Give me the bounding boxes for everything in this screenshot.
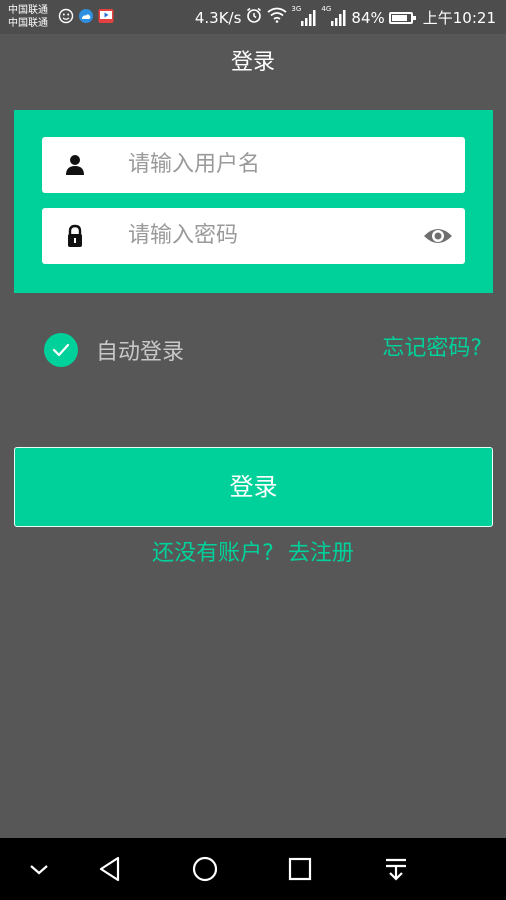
lock-icon [64, 224, 86, 248]
recents-icon[interactable] [284, 853, 316, 885]
forgot-password-link[interactable]: 忘记密码? [382, 332, 482, 366]
alarm-icon [245, 6, 263, 30]
auto-login-toggle[interactable]: 自动登录 [44, 332, 184, 368]
register-row: 还没有账户? 去注册 [0, 538, 506, 570]
eye-icon[interactable] [423, 224, 453, 248]
clock: 上午10:21 [422, 9, 496, 27]
login-button[interactable]: 登录 [14, 447, 493, 527]
carrier-1: 中国联通 [8, 5, 48, 16]
username-input[interactable]: 请输入用户名 [128, 137, 260, 193]
username-field[interactable]: 请输入用户名 [42, 137, 465, 193]
network-speed: 4.3K/s [194, 9, 242, 27]
password-field[interactable]: 请输入密码 [42, 208, 465, 264]
battery-fill [391, 15, 407, 21]
auto-login-label: 自动登录 [96, 340, 185, 365]
battery-percent: 84% [351, 9, 385, 27]
carrier-2: 中国联通 [8, 18, 48, 29]
face-icon [58, 8, 74, 24]
page-title: 登录 [230, 50, 275, 75]
home-icon[interactable] [189, 853, 221, 885]
weather-icon [78, 8, 94, 24]
status-right: 4.3K/s 3G 4G 84% 上午10:21 [194, 5, 496, 30]
chevron-down-icon[interactable] [23, 853, 55, 885]
video-app-icon [98, 8, 114, 24]
user-icon [64, 153, 86, 177]
status-bar: 中国联通 中国联通 4.3K/s 3G 4G 84% 上午10:21 [0, 0, 506, 34]
wifi-icon [267, 7, 287, 29]
register-link[interactable]: 去注册 [288, 541, 354, 566]
back-icon[interactable] [94, 853, 126, 885]
battery-icon [388, 12, 416, 24]
notification-icons [58, 8, 114, 24]
signal-icon-2: 4G [321, 5, 347, 27]
register-prompt: 还没有账户? [152, 541, 274, 566]
navigation-bar [0, 838, 506, 900]
carrier-labels: 中国联通 中国联通 [8, 4, 48, 30]
login-form-panel: 请输入用户名 请输入密码 [14, 110, 493, 293]
checkmark-icon[interactable] [44, 333, 78, 367]
signal-icon: 3G [291, 5, 317, 27]
password-input[interactable]: 请输入密码 [128, 208, 238, 264]
notification-pull-icon[interactable] [380, 853, 412, 885]
